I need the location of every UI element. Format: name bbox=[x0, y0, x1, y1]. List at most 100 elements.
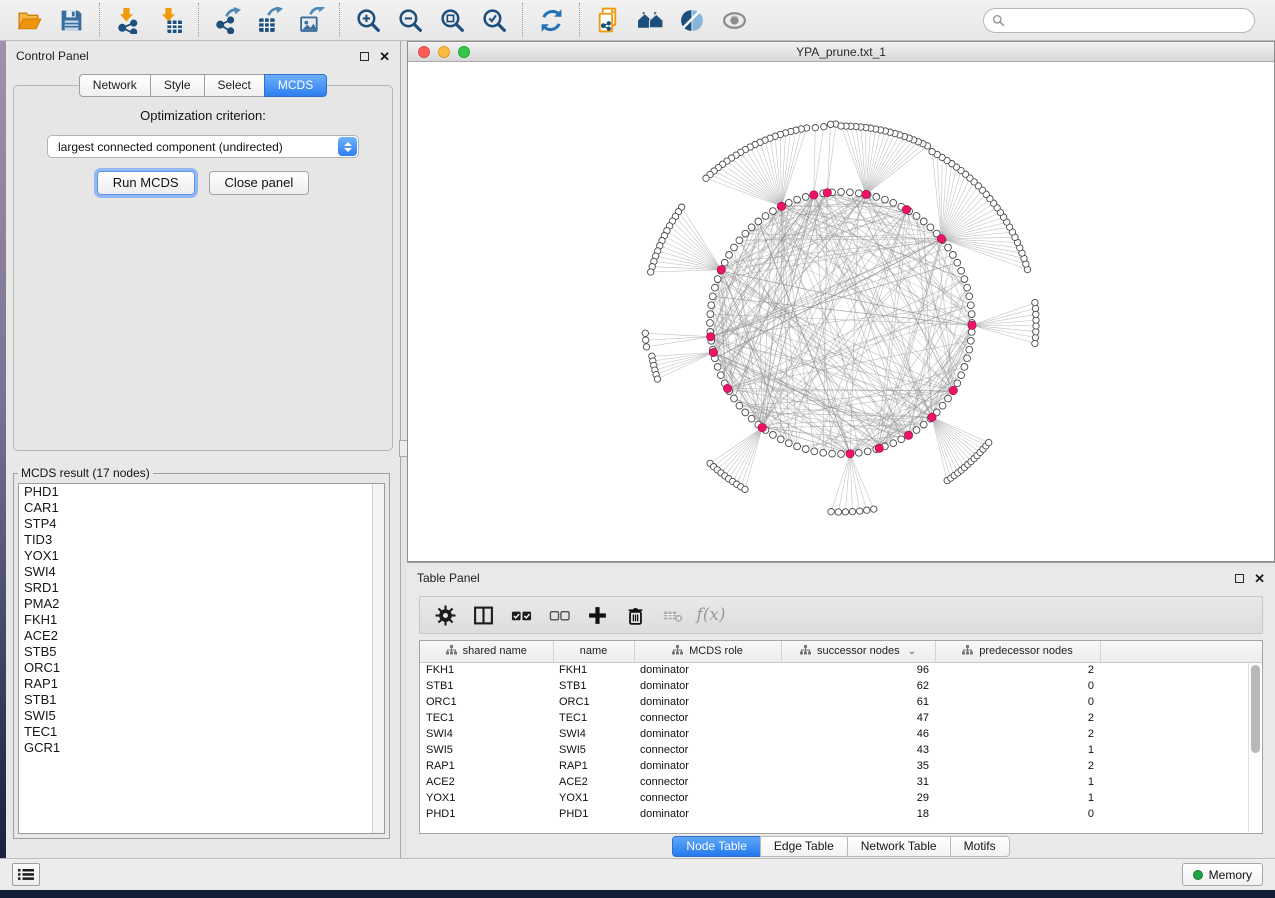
deselect-all-columns-button[interactable] bbox=[540, 599, 578, 631]
list-item[interactable]: ORC1 bbox=[19, 660, 384, 676]
import-table-icon bbox=[157, 7, 184, 34]
import-table-button[interactable] bbox=[149, 2, 191, 38]
attribute-icon bbox=[962, 645, 973, 655]
table-row[interactable]: PHD1PHD1dominator180 bbox=[420, 806, 1263, 822]
function-builder-button[interactable]: f(x) bbox=[692, 599, 730, 631]
list-item[interactable]: SRD1 bbox=[19, 580, 384, 596]
close-panel-icon[interactable]: ✕ bbox=[379, 52, 390, 61]
column-header-name[interactable]: name bbox=[553, 641, 634, 662]
delete-column-button[interactable] bbox=[616, 599, 654, 631]
table-scrollbar-thumb[interactable] bbox=[1251, 665, 1260, 753]
show-task-history-button[interactable] bbox=[12, 863, 40, 886]
hide-selected-icon bbox=[679, 7, 706, 34]
close-panel-icon[interactable]: ✕ bbox=[1254, 574, 1265, 583]
column-header-successor-nodes[interactable]: successor nodes⌄ bbox=[781, 641, 935, 662]
tab-mcds[interactable]: MCDS bbox=[264, 74, 327, 97]
network-canvas[interactable] bbox=[408, 62, 1274, 561]
select-all-columns-button[interactable] bbox=[502, 599, 540, 631]
open-file-button[interactable] bbox=[8, 2, 50, 38]
column-header-shared-name[interactable]: shared name bbox=[420, 641, 553, 662]
column-header-predecessor-nodes[interactable]: predecessor nodes bbox=[935, 641, 1100, 662]
duplicate-network-icon bbox=[595, 7, 622, 34]
list-item[interactable]: TID3 bbox=[19, 532, 384, 548]
table-toolbar: f(x) bbox=[419, 596, 1263, 634]
list-item[interactable]: STB1 bbox=[19, 692, 384, 708]
list-item[interactable]: STP4 bbox=[19, 516, 384, 532]
list-item[interactable]: PHD1 bbox=[19, 484, 384, 500]
delete-table-button[interactable] bbox=[654, 599, 692, 631]
list-item[interactable]: PMA2 bbox=[19, 596, 384, 612]
table-row[interactable]: FKH1FKH1dominator962 bbox=[420, 662, 1263, 678]
zoom-fit-button[interactable] bbox=[431, 2, 473, 38]
add-column-button[interactable] bbox=[578, 599, 616, 631]
memory-button[interactable]: Memory bbox=[1182, 863, 1263, 886]
column-header-mcds-role[interactable]: MCDS role bbox=[634, 641, 781, 662]
list-item[interactable]: STB5 bbox=[19, 644, 384, 660]
show-all-button[interactable] bbox=[713, 2, 755, 38]
import-network-button[interactable] bbox=[107, 2, 149, 38]
attribute-icon bbox=[800, 645, 811, 655]
list-item[interactable]: SWI4 bbox=[19, 564, 384, 580]
table-row[interactable]: STB1STB1dominator620 bbox=[420, 678, 1263, 694]
zoom-selected-icon bbox=[481, 7, 508, 34]
function-builder-icon: f(x) bbox=[696, 605, 725, 625]
apply-layout-button[interactable] bbox=[530, 2, 572, 38]
network-window: YPA_prune.txt_1 bbox=[407, 41, 1275, 562]
table-row[interactable]: SWI4SWI4dominator462 bbox=[420, 726, 1263, 742]
close-panel-button[interactable]: Close panel bbox=[209, 171, 310, 195]
status-bar: Memory bbox=[0, 858, 1275, 890]
float-panel-icon[interactable] bbox=[360, 52, 369, 61]
tab-node-table[interactable]: Node Table bbox=[672, 836, 760, 857]
duplicate-network-button[interactable] bbox=[587, 2, 629, 38]
table-row[interactable]: RAP1RAP1dominator352 bbox=[420, 758, 1263, 774]
zoom-in-icon bbox=[355, 7, 382, 34]
save-icon bbox=[58, 7, 85, 34]
hide-selected-button[interactable] bbox=[671, 2, 713, 38]
zoom-fit-icon bbox=[439, 7, 466, 34]
tab-motifs[interactable]: Motifs bbox=[950, 836, 1010, 857]
toolbar-separator bbox=[579, 3, 580, 37]
tab-style[interactable]: Style bbox=[150, 74, 204, 97]
table-scrollbar[interactable] bbox=[1248, 663, 1261, 832]
float-panel-icon[interactable] bbox=[1235, 574, 1244, 583]
table-row[interactable]: ACE2ACE2connector311 bbox=[420, 774, 1263, 790]
list-item[interactable]: GCR1 bbox=[19, 740, 384, 756]
table-row[interactable]: TEC1TEC1connector472 bbox=[420, 710, 1263, 726]
gear-icon bbox=[435, 605, 456, 626]
network-window-titlebar[interactable]: YPA_prune.txt_1 bbox=[408, 42, 1274, 62]
toolbar-search bbox=[983, 8, 1255, 33]
zoom-out-button[interactable] bbox=[389, 2, 431, 38]
list-item[interactable]: ACE2 bbox=[19, 628, 384, 644]
tab-edge-table[interactable]: Edge Table bbox=[760, 836, 847, 857]
split-columns-button[interactable] bbox=[464, 599, 502, 631]
search-input[interactable] bbox=[1010, 13, 1246, 27]
run-mcds-button[interactable]: Run MCDS bbox=[97, 171, 195, 195]
list-item[interactable]: SWI5 bbox=[19, 708, 384, 724]
table-header-row: shared name name MCDS role successor nod… bbox=[420, 641, 1263, 662]
list-item[interactable]: FKH1 bbox=[19, 612, 384, 628]
save-session-button[interactable] bbox=[50, 2, 92, 38]
export-table-button[interactable] bbox=[248, 2, 290, 38]
tab-select[interactable]: Select bbox=[204, 74, 264, 97]
list-item[interactable]: YOX1 bbox=[19, 548, 384, 564]
table-row[interactable]: ORC1ORC1dominator610 bbox=[420, 694, 1263, 710]
list-item[interactable]: CAR1 bbox=[19, 500, 384, 516]
attribute-icon bbox=[446, 645, 457, 655]
toolbar-separator bbox=[522, 3, 523, 37]
list-item[interactable]: RAP1 bbox=[19, 676, 384, 692]
tab-network[interactable]: Network bbox=[79, 74, 150, 97]
zoom-selected-button[interactable] bbox=[473, 2, 515, 38]
table-row[interactable]: YOX1YOX1connector291 bbox=[420, 790, 1263, 806]
table-settings-button[interactable] bbox=[426, 599, 464, 631]
list-item[interactable]: TEC1 bbox=[19, 724, 384, 740]
tab-network-table[interactable]: Network Table bbox=[847, 836, 950, 857]
mcds-result-title: MCDS result (17 nodes) bbox=[18, 466, 153, 480]
optimization-criterion-select[interactable]: largest connected component (undirected) bbox=[47, 135, 359, 158]
first-neighbors-button[interactable] bbox=[629, 2, 671, 38]
export-image-button[interactable] bbox=[290, 2, 332, 38]
zoom-in-button[interactable] bbox=[347, 2, 389, 38]
export-network-button[interactable] bbox=[206, 2, 248, 38]
mcds-list-scrollbar[interactable] bbox=[372, 484, 384, 833]
app-window: Control Panel ✕ Network Style Select MCD… bbox=[0, 0, 1275, 890]
table-row[interactable]: SWI5SWI5connector431 bbox=[420, 742, 1263, 758]
